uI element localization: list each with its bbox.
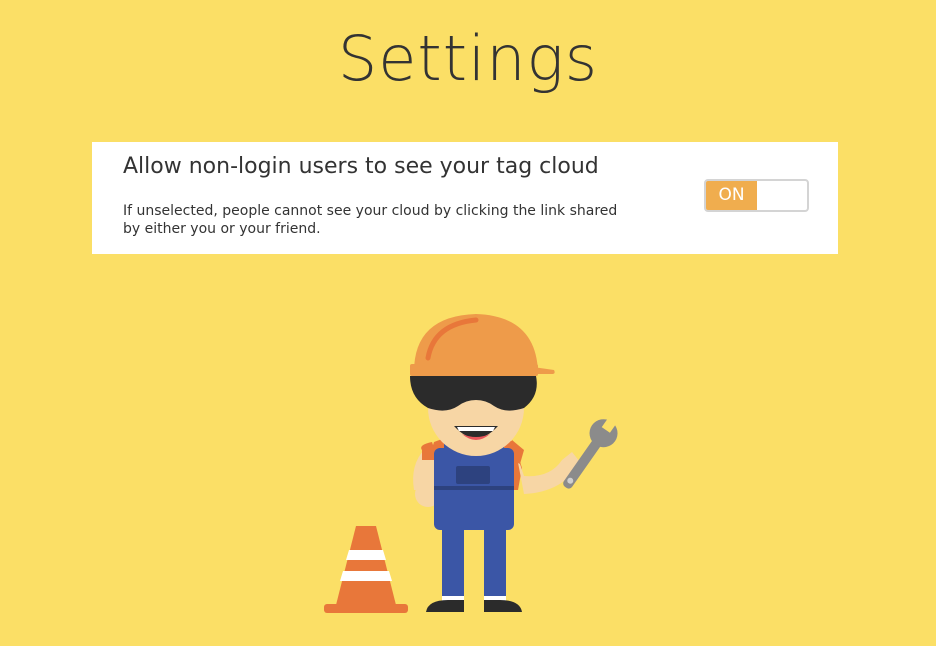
setting-title: Allow non-login users to see your tag cl… — [123, 154, 599, 179]
page-title: Settings — [337, 22, 599, 95]
setting-description: If unselected, people cannot see your cl… — [123, 203, 618, 237]
toggle-on-label: ON — [706, 181, 757, 210]
wrench-icon — [563, 415, 618, 489]
worker-figure — [410, 314, 580, 612]
traffic-cone-icon — [324, 526, 408, 613]
maintenance-illustration — [310, 300, 630, 630]
settings-page: Settings Allow non-login users to see yo… — [0, 0, 936, 646]
setting-row-tag-cloud: Allow non-login users to see your tag cl… — [92, 142, 838, 254]
public-cloud-toggle[interactable]: ON — [704, 179, 809, 212]
